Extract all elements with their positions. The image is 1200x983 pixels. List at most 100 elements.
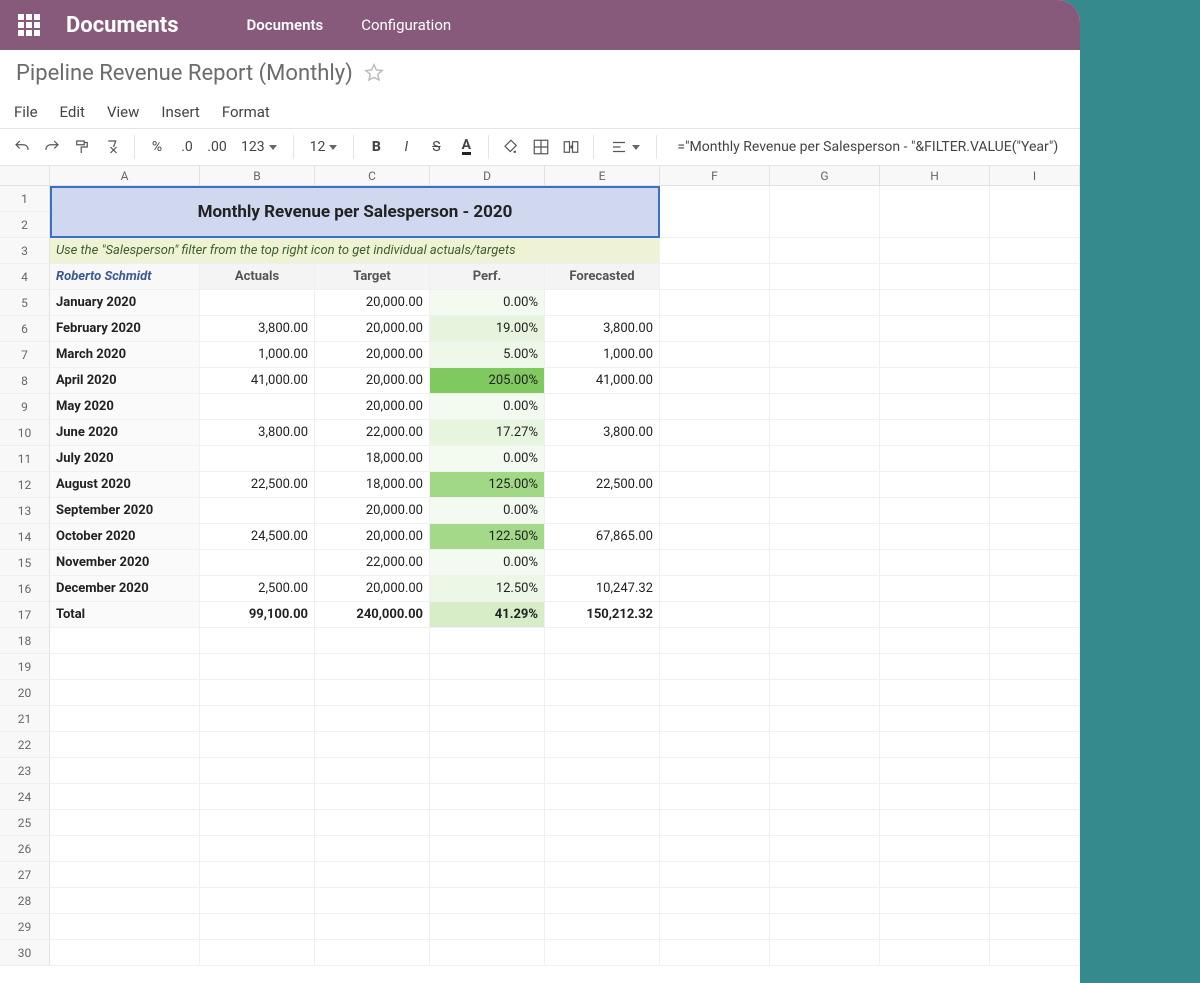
hint-text[interactable]: Use the "Salesperson" filter from the to…: [50, 238, 660, 264]
row-header-14[interactable]: 14: [0, 524, 50, 550]
month-cell[interactable]: January 2020: [50, 290, 200, 316]
cell[interactable]: [660, 706, 770, 732]
month-cell[interactable]: March 2020: [50, 342, 200, 368]
cell[interactable]: [660, 940, 770, 966]
cell[interactable]: [315, 836, 430, 862]
cell[interactable]: [880, 264, 990, 290]
menu-view[interactable]: View: [107, 103, 139, 121]
cell[interactable]: [880, 836, 990, 862]
clear-format-icon[interactable]: [100, 134, 124, 160]
nav-documents[interactable]: Documents: [237, 10, 334, 40]
month-cell[interactable]: May 2020: [50, 394, 200, 420]
cell[interactable]: [660, 576, 770, 602]
format-percent[interactable]: %: [145, 134, 169, 160]
cell[interactable]: [770, 446, 880, 472]
cell[interactable]: [50, 706, 200, 732]
month-cell[interactable]: October 2020: [50, 524, 200, 550]
document-title[interactable]: Pipeline Revenue Report (Monthly): [16, 61, 353, 86]
cell[interactable]: [660, 628, 770, 654]
cell[interactable]: [770, 316, 880, 342]
month-cell[interactable]: August 2020: [50, 472, 200, 498]
cell[interactable]: [200, 706, 315, 732]
cell[interactable]: [990, 316, 1080, 342]
cell[interactable]: [770, 420, 880, 446]
cell[interactable]: [660, 420, 770, 446]
cell[interactable]: 20,000.00: [315, 368, 430, 394]
cell[interactable]: 3,800.00: [200, 420, 315, 446]
month-cell[interactable]: June 2020: [50, 420, 200, 446]
cell[interactable]: 19.00%: [430, 316, 545, 342]
cell[interactable]: [315, 784, 430, 810]
col-label[interactable]: Actuals: [200, 264, 315, 290]
cell[interactable]: [770, 394, 880, 420]
cell[interactable]: [990, 654, 1080, 680]
strikethrough-button[interactable]: S: [424, 134, 448, 160]
cell[interactable]: 67,865.00: [545, 524, 660, 550]
cell[interactable]: [880, 186, 990, 238]
col-header-E[interactable]: E: [545, 166, 660, 185]
cell[interactable]: [770, 810, 880, 836]
italic-button[interactable]: I: [394, 134, 418, 160]
cell[interactable]: [660, 186, 770, 238]
cell[interactable]: [50, 784, 200, 810]
cell[interactable]: [990, 784, 1080, 810]
month-cell[interactable]: July 2020: [50, 446, 200, 472]
cell[interactable]: [50, 810, 200, 836]
cell[interactable]: [770, 498, 880, 524]
cell[interactable]: [200, 732, 315, 758]
cell[interactable]: [545, 654, 660, 680]
cell[interactable]: [990, 628, 1080, 654]
cell[interactable]: [200, 810, 315, 836]
cell[interactable]: [545, 394, 660, 420]
cell[interactable]: [660, 368, 770, 394]
cell[interactable]: [990, 914, 1080, 940]
spreadsheet-cells[interactable]: Monthly Revenue per Salesperson - 2020Us…: [50, 186, 1080, 966]
cell[interactable]: [990, 680, 1080, 706]
col-header-H[interactable]: H: [880, 166, 990, 185]
cell[interactable]: 0.00%: [430, 498, 545, 524]
cell[interactable]: [660, 394, 770, 420]
cell[interactable]: [880, 342, 990, 368]
cell[interactable]: [770, 784, 880, 810]
row-header-2[interactable]: 2: [0, 212, 50, 238]
cell[interactable]: [770, 238, 880, 264]
fill-color-icon[interactable]: [499, 134, 523, 160]
cell[interactable]: [770, 368, 880, 394]
total-label[interactable]: Total: [50, 602, 200, 628]
cell[interactable]: [200, 914, 315, 940]
cell[interactable]: [660, 888, 770, 914]
cell[interactable]: [770, 550, 880, 576]
cell[interactable]: 24,500.00: [200, 524, 315, 550]
cell[interactable]: [880, 524, 990, 550]
cell[interactable]: 0.00%: [430, 446, 545, 472]
row-header-13[interactable]: 13: [0, 498, 50, 524]
row-header-24[interactable]: 24: [0, 784, 50, 810]
cell[interactable]: 5.00%: [430, 342, 545, 368]
cell[interactable]: [200, 784, 315, 810]
cell[interactable]: [660, 836, 770, 862]
cell[interactable]: [660, 732, 770, 758]
cell[interactable]: [545, 290, 660, 316]
cell[interactable]: [430, 706, 545, 732]
row-header-18[interactable]: 18: [0, 628, 50, 654]
cell[interactable]: 3,800.00: [200, 316, 315, 342]
cell[interactable]: 12.50%: [430, 576, 545, 602]
cell[interactable]: [880, 394, 990, 420]
col-header-C[interactable]: C: [315, 166, 430, 185]
col-header-G[interactable]: G: [770, 166, 880, 185]
cell[interactable]: [880, 706, 990, 732]
cell[interactable]: [430, 810, 545, 836]
cell[interactable]: [545, 706, 660, 732]
cell[interactable]: [430, 628, 545, 654]
cell[interactable]: 150,212.32: [545, 602, 660, 628]
cell[interactable]: [660, 862, 770, 888]
cell[interactable]: [660, 550, 770, 576]
row-header-8[interactable]: 8: [0, 368, 50, 394]
nav-configuration[interactable]: Configuration: [351, 10, 461, 40]
cell[interactable]: [990, 420, 1080, 446]
cell[interactable]: 20,000.00: [315, 394, 430, 420]
cell[interactable]: 20,000.00: [315, 498, 430, 524]
cell[interactable]: [315, 732, 430, 758]
cell[interactable]: [200, 628, 315, 654]
cell[interactable]: [430, 680, 545, 706]
